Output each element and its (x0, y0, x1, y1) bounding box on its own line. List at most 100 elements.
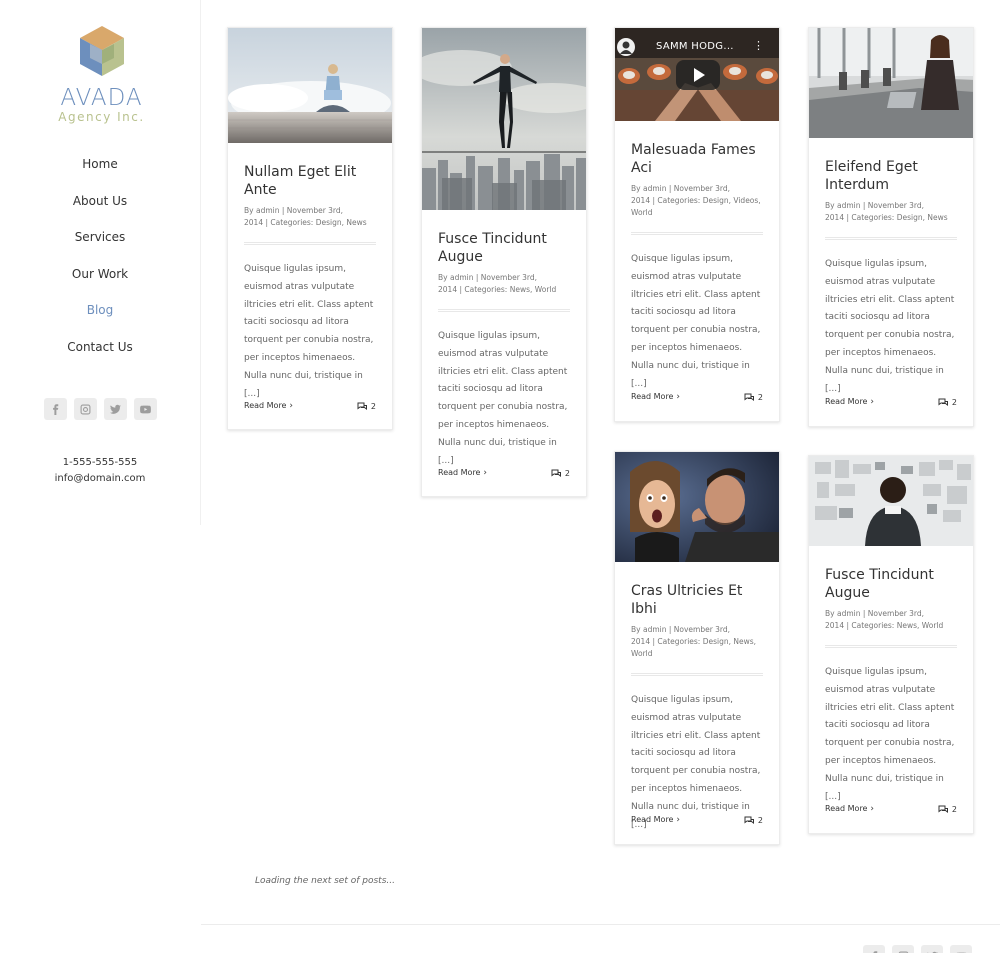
post-image[interactable] (422, 28, 586, 210)
woman-office-laptop-image (809, 28, 973, 138)
sidebar: AVADA Agency Inc. Home About Us Services… (0, 0, 201, 525)
post-title[interactable]: Eleifend Eget Interdum (825, 158, 957, 194)
post-image[interactable] (809, 28, 973, 138)
read-more-link[interactable]: Read More (825, 397, 874, 407)
comments-icon (357, 402, 367, 410)
post-image[interactable] (228, 28, 392, 143)
post-excerpt: Quisque ligulas ipsum, euismod atras vul… (438, 331, 568, 466)
post-excerpt: Quisque ligulas ipsum, euismod atras vul… (825, 667, 955, 802)
post-image[interactable] (809, 456, 973, 546)
post-title[interactable]: Fusce Tincidunt Augue (825, 566, 957, 602)
post-meta-line: 2014 | Categories: Design, News (244, 218, 367, 227)
read-more-link[interactable]: Read More (244, 401, 293, 411)
video-embed[interactable]: SAMM HODG... ⋮ (615, 28, 779, 121)
post-meta-line: By admin | November 3rd, (825, 609, 925, 618)
post-excerpt: Quisque ligulas ipsum, euismod atras vul… (631, 695, 761, 830)
comments-link[interactable]: 2 (357, 402, 376, 411)
comments-link[interactable]: 2 (744, 393, 763, 402)
footer-divider (201, 924, 1000, 925)
post-meta-line: By admin | November 3rd, (825, 201, 925, 210)
comment-count: 2 (370, 401, 376, 411)
post-image[interactable] (615, 452, 779, 562)
post-footer: Read More 2 (825, 804, 957, 814)
post-footer: Read More 2 (631, 392, 763, 402)
post-meta-line: World (631, 649, 653, 658)
comment-count: 2 (951, 397, 957, 407)
post-card: SAMM HODG... ⋮ Malesuada Fames Aci By ad… (614, 27, 780, 422)
post-title[interactable]: Malesuada Fames Aci (631, 141, 763, 177)
twitter-icon[interactable] (104, 398, 127, 420)
phone-number: 1-555-555-555 (62, 457, 138, 468)
comments-link[interactable]: 2 (938, 805, 957, 814)
comments-icon (938, 805, 948, 813)
read-more-link[interactable]: Read More (631, 392, 680, 402)
comments-link[interactable]: 2 (938, 398, 957, 407)
comment-count: 2 (757, 392, 763, 402)
nav-item-about-us[interactable]: About Us (0, 192, 200, 229)
post-meta: By admin | November 3rd, 2014 | Categori… (244, 205, 376, 229)
post-meta-line: By admin | November 3rd, (631, 184, 731, 193)
post-meta-line: By admin | November 3rd, (244, 206, 344, 215)
post-excerpt: Quisque ligulas ipsum, euismod atras vul… (825, 259, 955, 394)
comment-count: 2 (757, 815, 763, 825)
comments-icon (551, 469, 561, 477)
youtube-icon[interactable] (134, 398, 157, 420)
instagram-icon[interactable] (892, 945, 914, 953)
post-title[interactable]: Cras Ultricies Et Ibhi (631, 582, 763, 618)
post-card: Eleifend Eget Interdum By admin | Novemb… (808, 27, 974, 427)
divider (244, 242, 376, 245)
post-meta-line: World (631, 208, 653, 217)
twitter-icon[interactable] (921, 945, 943, 953)
post-meta-line: 2014 | Categories: News, World (825, 621, 944, 630)
post-footer: Read More 2 (825, 397, 957, 407)
divider (631, 232, 763, 235)
comments-icon (744, 393, 754, 401)
facebook-icon[interactable] (44, 398, 67, 420)
nav-item-contact-us[interactable]: Contact Us (0, 338, 200, 375)
post-meta: By admin | November 3rd, 2014 | Categori… (631, 183, 763, 219)
main-nav: Home About Us Services Our Work Blog Con… (0, 155, 200, 374)
comments-link[interactable]: 2 (744, 816, 763, 825)
footer-social-links (863, 945, 972, 953)
post-card: Nullam Eget Elit Ante By admin | Novembe… (227, 27, 393, 430)
businessman-tightrope-image (422, 28, 586, 210)
facebook-icon[interactable] (863, 945, 885, 953)
more-options-icon[interactable]: ⋮ (753, 40, 764, 51)
nav-item-services[interactable]: Services (0, 228, 200, 265)
post-footer: Read More 2 (244, 401, 376, 411)
comments-icon (744, 816, 754, 824)
nav-item-home[interactable]: Home (0, 155, 200, 192)
read-more-link[interactable]: Read More (825, 804, 874, 814)
post-title[interactable]: Nullam Eget Elit Ante (244, 163, 376, 199)
nav-item-our-work[interactable]: Our Work (0, 265, 200, 302)
read-more-link[interactable]: Read More (631, 815, 680, 825)
hexagon-logo-icon (79, 26, 124, 76)
post-excerpt: Quisque ligulas ipsum, euismod atras vul… (631, 254, 761, 389)
post-meta-line: By admin | November 3rd, (438, 273, 538, 282)
post-card: Fusce Tincidunt Augue By admin | Novembe… (421, 27, 587, 497)
contact-info: 1-555-555-555 info@domain.com (0, 455, 200, 487)
post-body: Fusce Tincidunt Augue By admin | Novembe… (422, 230, 586, 470)
instagram-icon[interactable] (74, 398, 97, 420)
post-footer: Read More 2 (631, 815, 763, 825)
divider (438, 309, 570, 312)
post-excerpt: Quisque ligulas ipsum, euismod atras vul… (244, 264, 374, 399)
post-body: Eleifend Eget Interdum By admin | Novemb… (809, 158, 973, 398)
post-meta-line: 2014 | Categories: News, World (438, 285, 557, 294)
post-footer: Read More 2 (438, 468, 570, 478)
comments-link[interactable]: 2 (551, 469, 570, 478)
nav-item-blog[interactable]: Blog (0, 301, 200, 338)
logo[interactable]: AVADA Agency Inc. (54, 24, 149, 129)
post-meta: By admin | November 3rd, 2014 | Categori… (825, 200, 957, 224)
video-title[interactable]: SAMM HODG... (656, 41, 734, 52)
email-address[interactable]: info@domain.com (0, 471, 200, 487)
sidebar-social-links (44, 398, 157, 420)
divider (825, 645, 957, 648)
comment-count: 2 (951, 804, 957, 814)
post-meta-line: 2014 | Categories: Design, News, (631, 637, 757, 646)
post-title[interactable]: Fusce Tincidunt Augue (438, 230, 570, 266)
divider (631, 673, 763, 676)
youtube-icon[interactable] (950, 945, 972, 953)
read-more-link[interactable]: Read More (438, 468, 487, 478)
post-card: Fusce Tincidunt Augue By admin | Novembe… (808, 455, 974, 834)
